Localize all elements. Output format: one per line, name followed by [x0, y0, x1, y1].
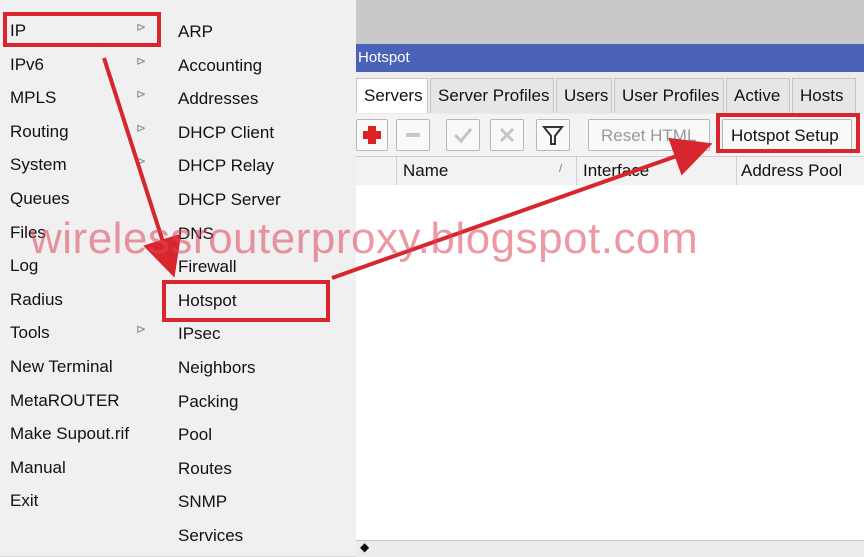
watermark-text: wirelessrouterproxy.blogspot.com	[30, 214, 699, 263]
annotation-arrows	[102, 57, 713, 280]
